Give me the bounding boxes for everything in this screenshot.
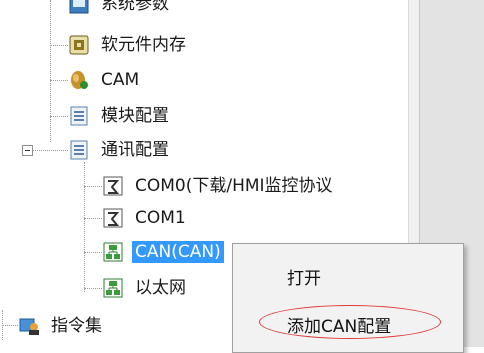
network-icon <box>102 277 124 299</box>
system-params-icon <box>68 0 90 15</box>
tree-item-label: 指令集 <box>51 316 102 336</box>
tree-line <box>2 325 18 326</box>
collapse-toggle[interactable] <box>22 145 33 156</box>
tree-item-cam[interactable]: CAM <box>68 66 142 94</box>
tree-item-device-memory[interactable]: 软元件内存 <box>68 31 189 59</box>
serial-port-icon <box>102 207 124 229</box>
tree-line <box>50 80 68 81</box>
serial-port-icon <box>102 175 124 197</box>
tree-line <box>50 116 68 117</box>
tree-item-label: 模块配置 <box>101 106 169 126</box>
tree-item-label: COM0(下载/HMI监控协议 <box>135 176 333 196</box>
tree-line <box>33 150 68 151</box>
tree-item-com1[interactable]: COM1 <box>102 204 189 232</box>
device-memory-icon <box>68 34 90 56</box>
tree-item-comm-config[interactable]: 通讯配置 <box>68 136 172 164</box>
tree-item-com0[interactable]: COM0(下载/HMI监控协议 <box>102 172 336 200</box>
tree-item-label: COM1 <box>135 208 186 228</box>
instruction-set-icon <box>18 315 40 337</box>
tree-line <box>50 45 68 46</box>
tree-item-can[interactable]: CAN(CAN) <box>102 238 224 266</box>
tree-item-system-params[interactable]: 系统参数 <box>68 0 172 18</box>
menu-item-add-can-config[interactable]: 添加CAN配置 <box>287 312 391 337</box>
tree-line <box>84 162 85 292</box>
tree-line <box>84 288 102 289</box>
context-menu: 打开 添加CAN配置 <box>232 243 464 353</box>
menu-item-open[interactable]: 打开 <box>287 264 321 289</box>
tree-line <box>84 186 102 187</box>
tree-line <box>84 252 102 253</box>
tree-item-label: 软元件内存 <box>101 35 186 55</box>
tree-item-label: 系统参数 <box>101 0 169 14</box>
tree-line <box>84 218 102 219</box>
tree-item-instruction-set[interactable]: 指令集 <box>18 312 105 340</box>
tree-item-label: CAN(CAN) <box>132 241 224 263</box>
comm-config-icon <box>68 139 90 161</box>
tree-line <box>50 0 51 142</box>
tree-item-label: 以太网 <box>135 278 186 298</box>
tree-item-ethernet[interactable]: 以太网 <box>102 274 189 302</box>
tree-item-label: 通讯配置 <box>101 140 169 160</box>
tree-item-module-config[interactable]: 模块配置 <box>68 102 172 130</box>
network-icon <box>102 241 124 263</box>
tree-item-label: CAM <box>101 70 140 90</box>
module-config-icon <box>68 105 90 127</box>
cam-icon <box>68 69 90 91</box>
